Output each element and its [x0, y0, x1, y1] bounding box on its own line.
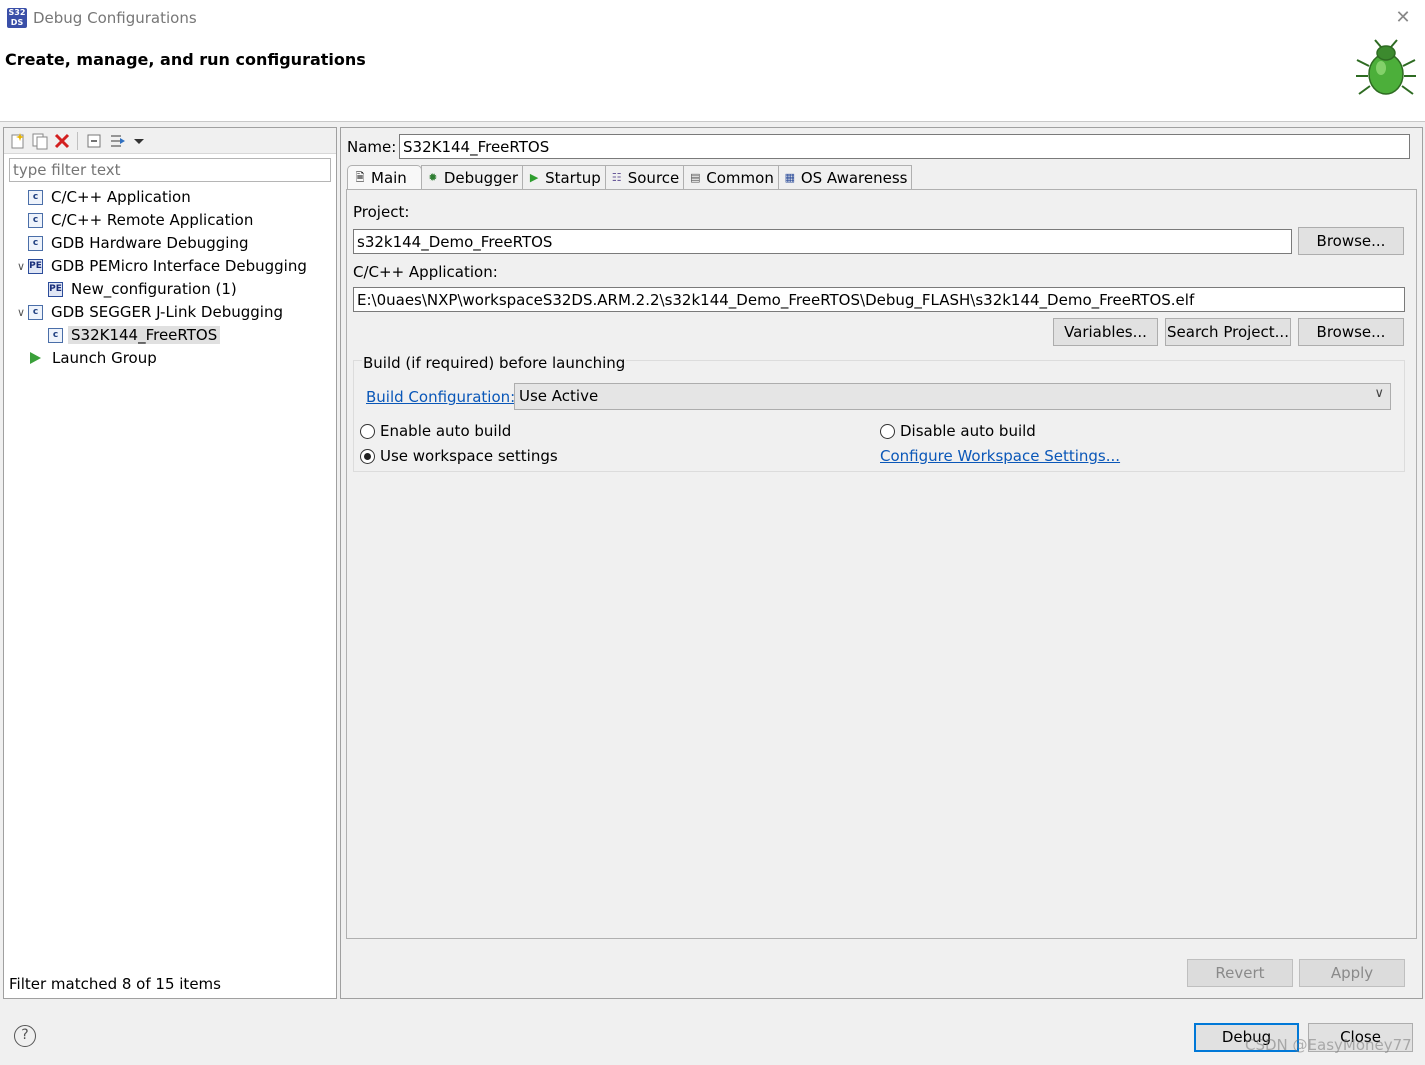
- revert-button[interactable]: Revert: [1187, 959, 1293, 987]
- pemicro-icon: PE: [28, 258, 43, 274]
- common-icon: ▤: [690, 170, 701, 184]
- build-configuration-link[interactable]: Build Configuration:: [366, 388, 515, 406]
- application-field[interactable]: [353, 287, 1405, 312]
- application-label: C/C++ Application:: [353, 263, 498, 281]
- project-field[interactable]: [353, 229, 1292, 254]
- configurations-panel: c C/C++ Application c C/C++ Remote Appli…: [3, 127, 337, 999]
- expand-chevron-icon[interactable]: ∨: [14, 260, 28, 273]
- toolbar-separator: [77, 132, 78, 150]
- delete-icon[interactable]: [53, 132, 71, 150]
- tab-debugger[interactable]: ✹ Debugger: [420, 165, 524, 189]
- launch-group-icon: [30, 352, 41, 364]
- disable-auto-build-radio[interactable]: Disable auto build: [880, 422, 1036, 440]
- tab-startup[interactable]: ▶ Startup: [522, 165, 606, 189]
- tab-os-awareness[interactable]: ▦ OS Awareness: [777, 165, 913, 189]
- tree-item-cpp-application[interactable]: c C/C++ Application: [14, 186, 194, 208]
- title-bar: S32 DS Debug Configurations ✕: [0, 0, 1425, 38]
- search-project-button[interactable]: Search Project...: [1165, 318, 1291, 346]
- enable-auto-build-radio[interactable]: Enable auto build: [360, 422, 511, 440]
- c-config-icon: c: [28, 212, 43, 228]
- debugger-bug-icon: ✹: [428, 170, 438, 184]
- filter-status: Filter matched 8 of 15 items: [9, 975, 221, 993]
- tab-main[interactable]: 🗎 Main: [347, 165, 422, 190]
- collapse-all-icon[interactable]: [85, 132, 103, 150]
- expand-chevron-icon[interactable]: ∨: [14, 306, 28, 319]
- name-label: Name:: [347, 138, 397, 156]
- tree-item-launch-group[interactable]: Launch Group: [14, 347, 160, 369]
- pemicro-icon: PE: [48, 281, 63, 297]
- tab-common[interactable]: ▤ Common: [683, 165, 779, 189]
- configuration-editor: Name: 🗎 Main ✹ Debugger ▶ Startup ☷ Sour…: [340, 127, 1423, 999]
- tree-item-gdb-segger-jlink[interactable]: ∨ c GDB SEGGER J-Link Debugging: [14, 301, 286, 323]
- tree-item-s32k144-freertos[interactable]: c S32K144_FreeRTOS: [34, 324, 221, 346]
- close-window-icon[interactable]: ✕: [1391, 6, 1415, 30]
- use-workspace-settings-radio[interactable]: Use workspace settings: [360, 447, 558, 465]
- left-toolbar: [4, 128, 336, 154]
- build-configuration-select[interactable]: Use Active ∨: [514, 383, 1391, 410]
- startup-play-icon: ▶: [529, 170, 539, 184]
- filter-input[interactable]: [9, 158, 331, 182]
- debug-bug-icon: [1356, 39, 1416, 95]
- tab-bar: 🗎 Main ✹ Debugger ▶ Startup ☷ Source ▤ C…: [347, 165, 913, 190]
- name-field[interactable]: [399, 134, 1410, 159]
- radio-button: [880, 423, 895, 439]
- radio-button-checked: [360, 448, 375, 464]
- main-tab-icon: 🗎: [355, 171, 365, 184]
- configure-workspace-settings-link[interactable]: Configure Workspace Settings...: [880, 447, 1120, 465]
- c-config-icon: c: [28, 304, 43, 320]
- radio-button: [360, 423, 375, 439]
- project-label: Project:: [353, 203, 410, 221]
- build-group-title: Build (if required) before launching: [362, 354, 627, 372]
- help-icon[interactable]: ?: [14, 1025, 36, 1047]
- tree-item-cpp-remote-application[interactable]: c C/C++ Remote Application: [14, 209, 256, 231]
- filter-icon[interactable]: [109, 132, 127, 150]
- dialog-header: Create, manage, and run configurations: [0, 38, 1425, 122]
- c-config-icon: c: [28, 189, 43, 205]
- c-config-icon: c: [48, 327, 63, 343]
- main-tab-content: Project: Browse... C/C++ Application: Va…: [346, 189, 1417, 939]
- tree-item-gdb-hardware-debugging[interactable]: c GDB Hardware Debugging: [14, 232, 251, 254]
- new-configuration-icon[interactable]: [9, 132, 27, 150]
- tree-item-gdb-pemicro[interactable]: ∨ PE GDB PEMicro Interface Debugging: [14, 255, 310, 277]
- window-title: Debug Configurations: [33, 9, 197, 27]
- view-menu-chevron-icon[interactable]: [130, 132, 148, 150]
- apply-button[interactable]: Apply: [1299, 959, 1405, 987]
- duplicate-icon[interactable]: [31, 132, 49, 150]
- os-awareness-icon: ▦: [784, 170, 796, 184]
- header-title: Create, manage, and run configurations: [5, 50, 366, 69]
- source-icon: ☷: [611, 170, 622, 184]
- chevron-down-icon: ∨: [1374, 386, 1384, 401]
- project-browse-button[interactable]: Browse...: [1298, 227, 1404, 255]
- tree-item-new-configuration[interactable]: PE New_configuration (1): [34, 278, 240, 300]
- tab-source[interactable]: ☷ Source: [604, 165, 685, 189]
- c-config-icon: c: [28, 235, 43, 251]
- watermark: CSDN @EasyMoney77: [1245, 1036, 1412, 1054]
- s32ds-app-icon: S32 DS: [7, 8, 27, 28]
- variables-button[interactable]: Variables...: [1053, 318, 1158, 346]
- application-browse-button[interactable]: Browse...: [1298, 318, 1404, 346]
